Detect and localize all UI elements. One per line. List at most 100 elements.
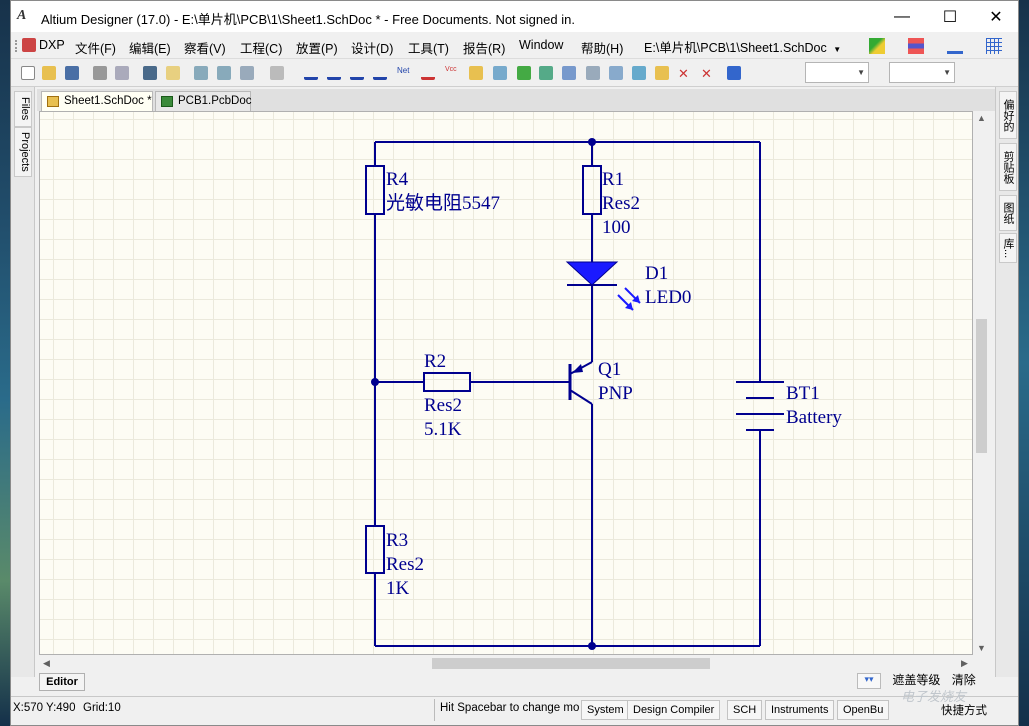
resistor-r4-body[interactable] <box>365 165 385 215</box>
menu-window[interactable]: Window <box>519 38 563 52</box>
wires <box>374 141 761 647</box>
scroll-right-icon[interactable]: ▶ <box>961 658 968 669</box>
resistor-r1-body[interactable] <box>582 165 602 215</box>
d1-designator: D1 <box>645 263 668 284</box>
editor-tab[interactable]: Editor <box>39 673 85 691</box>
menu-dxp[interactable]: DXP <box>39 38 65 52</box>
scroll-up-icon[interactable]: ▲ <box>977 113 986 123</box>
panel-system-button[interactable]: System <box>581 700 630 720</box>
menu-edit[interactable]: 编辑(E) <box>129 38 171 57</box>
vertical-scroll-thumb[interactable] <box>976 319 987 453</box>
ground-tool-icon[interactable] <box>947 38 963 54</box>
status-hint: Hit Spacebar to change mo <box>440 702 580 714</box>
status-bar: X:570 Y:490 Grid:10 Hit Spacebar to chan… <box>11 696 1018 725</box>
open-folder-icon[interactable] <box>42 66 56 80</box>
print-preview-icon[interactable] <box>115 66 129 80</box>
vertical-scrollbar[interactable]: ▲ ▼ <box>973 111 990 655</box>
sheet-entry-icon[interactable] <box>517 66 531 80</box>
grip-icon <box>15 40 18 52</box>
place-ground-icon[interactable] <box>421 66 435 80</box>
grid-tool-icon[interactable] <box>986 38 1002 54</box>
menu-project[interactable]: 工程(C) <box>240 38 282 57</box>
clear-button[interactable]: 清除 <box>952 673 976 687</box>
zoom-area-icon[interactable] <box>217 66 231 80</box>
scroll-down-icon[interactable]: ▼ <box>977 643 986 653</box>
chevron-down-icon: ▼ <box>943 68 951 77</box>
resistor-r2-body[interactable] <box>423 372 471 392</box>
status-divider <box>434 699 435 721</box>
directive-icon[interactable]: ✕ <box>701 66 715 81</box>
maximize-button[interactable]: ☐ <box>927 1 973 32</box>
files-tab[interactable]: Files <box>14 91 32 127</box>
window-title: Altium Designer (17.0) - E:\单片机\PCB\1\Sh… <box>41 12 575 27</box>
port-icon[interactable] <box>632 66 646 80</box>
dxp-icon <box>22 38 36 52</box>
cut-icon[interactable] <box>270 66 284 80</box>
desktop-background-left <box>0 0 10 726</box>
drawing-tools-icon[interactable] <box>727 66 741 80</box>
filter-icon[interactable]: ▾▾ <box>857 672 881 689</box>
schematic-canvas[interactable]: R4 光敏电阻5547 R1 Res2 100 D1 LED0 R2 Res2 … <box>39 111 973 655</box>
device-sheet-icon[interactable] <box>539 66 553 80</box>
r2-designator: R2 <box>424 351 446 372</box>
menu-place[interactable]: 放置(P) <box>296 38 338 57</box>
r2-comment: Res2 <box>424 395 462 416</box>
place-wire-icon[interactable] <box>304 66 318 80</box>
menu-help[interactable]: 帮助(H) <box>581 38 623 57</box>
menu-design[interactable]: 设计(D) <box>351 38 393 57</box>
no-erc-icon[interactable]: ✕ <box>678 66 692 81</box>
place-vcc-icon[interactable]: Vcc <box>445 66 459 80</box>
junction-bottom <box>588 642 596 650</box>
horizontal-scrollbar[interactable]: ◀ ▶ <box>39 655 973 672</box>
led-d1-body[interactable] <box>565 261 619 286</box>
pcb-doc-icon <box>161 96 173 107</box>
panel-openbus-button[interactable]: OpenBu <box>837 700 890 720</box>
panel-sch-button[interactable]: SCH <box>727 700 763 720</box>
toolbar-combo-1[interactable]: ▼ <box>805 62 869 83</box>
off-sheet-icon[interactable] <box>655 66 669 80</box>
layers-icon[interactable] <box>143 66 157 80</box>
libraries-tab[interactable]: 库... <box>999 233 1017 263</box>
net-label-icon[interactable]: Net <box>397 66 411 80</box>
place-signal-icon[interactable] <box>373 66 387 80</box>
align-tool-icon[interactable] <box>908 38 924 54</box>
r3-value: 1K <box>386 578 410 599</box>
projects-tab[interactable]: Projects <box>14 127 32 177</box>
menu-view[interactable]: 察看(V) <box>184 38 226 57</box>
resistor-r3-body[interactable] <box>365 525 385 574</box>
favorites-tab[interactable]: 偏好的 <box>999 91 1017 139</box>
place-bus-icon[interactable] <box>327 66 341 80</box>
harness-connector-icon[interactable] <box>586 66 600 80</box>
horizontal-scroll-thumb[interactable] <box>432 658 710 669</box>
sheet-symbol-icon[interactable] <box>493 66 507 80</box>
wire-tool-icon[interactable] <box>869 38 885 54</box>
place-part-icon[interactable] <box>469 66 483 80</box>
mask-level-button[interactable]: 遮盖等级 <box>892 673 940 687</box>
tab-sheet1-schdoc[interactable]: Sheet1.SchDoc * <box>41 91 153 111</box>
tab-pcb1-pcbdoc[interactable]: PCB1.PcbDoc <box>155 91 252 111</box>
clipboard-tab[interactable]: 剪贴板 <box>999 143 1017 191</box>
save-icon[interactable] <box>65 66 79 80</box>
harness-entry-icon[interactable] <box>609 66 623 80</box>
panel-design-compiler-button[interactable]: Design Compiler <box>627 700 721 720</box>
zoom-select-icon[interactable] <box>240 66 254 80</box>
bt1-comment: Battery <box>786 407 842 428</box>
new-file-icon[interactable] <box>21 66 35 80</box>
place-bus-entry-icon[interactable] <box>350 66 364 80</box>
r3-comment: Res2 <box>386 554 424 575</box>
document-path-combo[interactable]: E:\单片机\PCB\1\Sheet1.SchDoc ▼ <box>641 36 841 55</box>
menu-file[interactable]: 文件(F) <box>75 38 116 57</box>
print-icon[interactable] <box>93 66 107 80</box>
close-button[interactable]: ✕ <box>973 1 1019 32</box>
toolbar-combo-2[interactable]: ▼ <box>889 62 955 83</box>
sheet-tab[interactable]: 图纸 <box>999 195 1017 231</box>
menu-tools[interactable]: 工具(T) <box>408 38 449 57</box>
altium-window: A Altium Designer (17.0) - E:\单片机\PCB\1\… <box>10 0 1019 726</box>
zoom-fit-icon[interactable] <box>194 66 208 80</box>
panel-instruments-button[interactable]: Instruments <box>765 700 835 720</box>
harness-icon[interactable] <box>562 66 576 80</box>
folder-icon[interactable] <box>166 66 180 80</box>
scroll-left-icon[interactable]: ◀ <box>43 658 50 669</box>
minimize-button[interactable]: — <box>879 1 925 32</box>
menu-reports[interactable]: 报告(R) <box>463 38 505 57</box>
